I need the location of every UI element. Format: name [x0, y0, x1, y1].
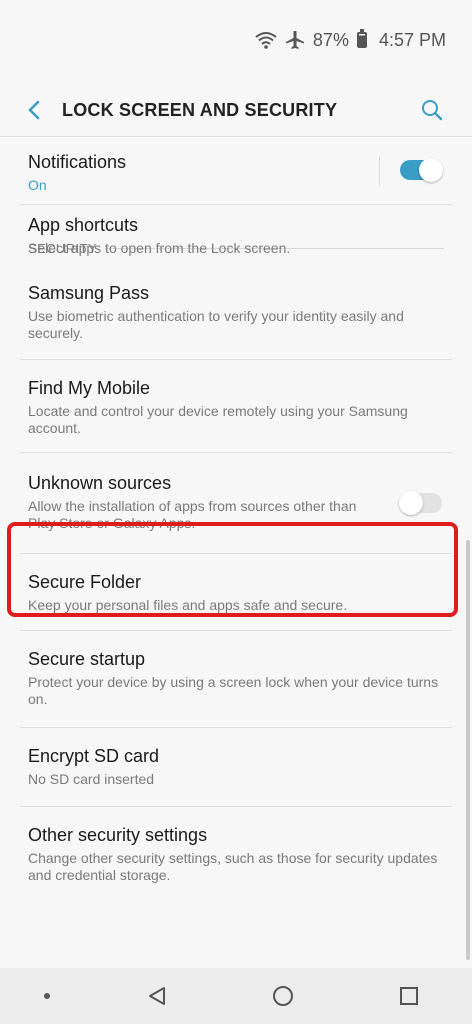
app-shortcuts-desc: Select apps to open from the Lock screen…: [28, 240, 291, 256]
wifi-icon: [255, 31, 277, 49]
airplane-mode-icon: [285, 30, 305, 50]
secure-startup-item[interactable]: Secure startup Protect your device by us…: [0, 631, 472, 727]
unknown-sources-title: Unknown sources: [28, 473, 172, 493]
battery-icon: [356, 29, 371, 48]
scrollbar[interactable]: [466, 540, 470, 960]
dot-indicator: [35, 968, 59, 1024]
dot-icon: [44, 993, 50, 999]
unknown-sources-toggle[interactable]: [399, 491, 442, 515]
secure-startup-desc: Protect your device by using a screen lo…: [28, 674, 439, 707]
back-nav-button[interactable]: [129, 968, 185, 1024]
recents-square-icon: [400, 987, 418, 1005]
search-icon: [422, 100, 443, 121]
encrypt-sd-title: Encrypt SD card: [28, 746, 160, 766]
encrypt-sd-desc: No SD card inserted: [28, 771, 155, 787]
samsung-pass-title: Samsung Pass: [28, 283, 150, 303]
chevron-left-icon: [28, 100, 40, 120]
encrypt-sd-item[interactable]: Encrypt SD card No SD card inserted: [0, 728, 472, 806]
clock: 4:57 PM: [378, 29, 446, 50]
status-bar: 87% 4:57 PM: [0, 0, 472, 80]
other-security-title: Other security settings: [28, 825, 208, 845]
samsung-pass-desc: Use biometric authentication to verify y…: [28, 308, 404, 341]
navigation-bar: [0, 968, 472, 1024]
back-triangle-icon: [149, 987, 165, 1005]
highlight-box: [7, 522, 458, 617]
home-circle-icon: [273, 986, 293, 1006]
find-my-mobile-title: Find My Mobile: [28, 378, 151, 398]
home-button[interactable]: [255, 968, 311, 1024]
toggle-knob: [399, 491, 423, 515]
recents-button[interactable]: [381, 968, 437, 1024]
other-security-item[interactable]: Other security settings Change other sec…: [0, 807, 472, 897]
secure-startup-title: Secure startup: [28, 649, 146, 669]
find-my-mobile-item[interactable]: Find My Mobile Locate and control your d…: [0, 360, 472, 452]
page-title: LOCK SCREEN AND SECURITY: [62, 99, 338, 120]
samsung-pass-item[interactable]: Samsung Pass Use biometric authenticatio…: [0, 263, 472, 359]
battery-percent: 87%: [312, 29, 349, 50]
settings-list: Notifications On App shortcuts Select ap…: [0, 140, 472, 897]
find-my-mobile-desc: Locate and control your device remotely …: [28, 403, 408, 436]
other-security-desc: Change other security settings, such as …: [28, 850, 438, 883]
app-shortcuts-item[interactable]: App shortcuts Select apps to open from t…: [0, 125, 472, 256]
app-shortcuts-title: App shortcuts: [28, 215, 139, 235]
